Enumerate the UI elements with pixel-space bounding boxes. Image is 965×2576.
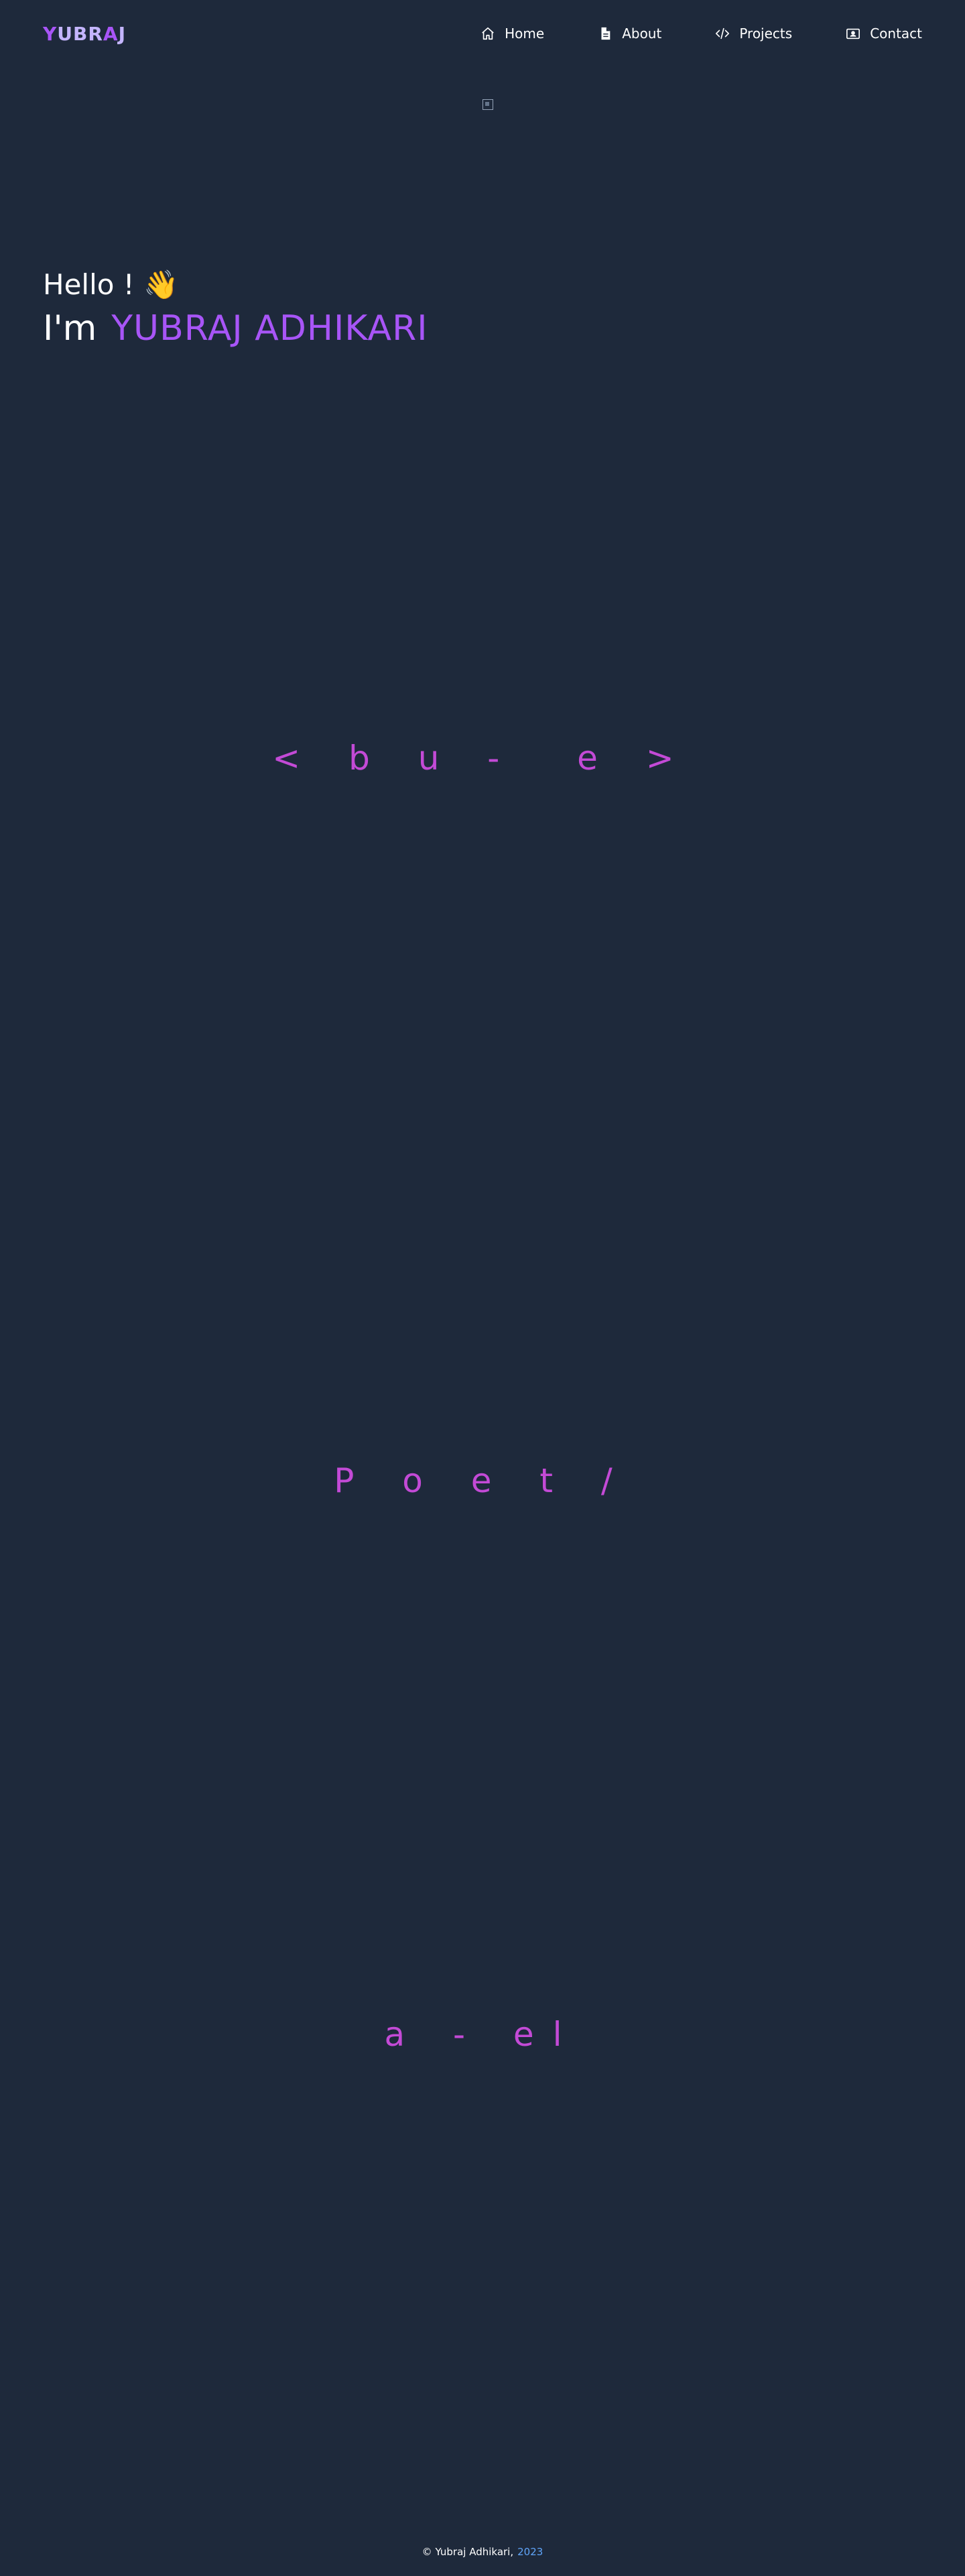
nav-contact-label: Contact <box>870 25 922 42</box>
typewriter-line-1: < b u - e > <box>272 739 693 778</box>
site-footer: © Yubraj Adhikari, 2023 <box>0 2546 965 2558</box>
wave-icon: 👋 <box>143 268 179 301</box>
logo-letter-j: J <box>118 23 127 45</box>
footer-year: 2023 <box>517 2546 543 2558</box>
contact-icon <box>846 26 860 41</box>
nav-home-label: Home <box>505 25 545 42</box>
nav-home[interactable]: Home <box>480 25 544 42</box>
logo-letter-y: Y <box>43 23 58 45</box>
site-logo[interactable]: YUBRAJ <box>43 23 126 45</box>
typewriter-line-3: a - el <box>384 2015 581 2054</box>
footer-copyright: © Yubraj Adhikari, <box>422 2546 514 2558</box>
hero-name: YUBRAJ ADHIKARI <box>111 308 428 349</box>
typewriter-line-2: P o e t / <box>334 1461 631 1500</box>
hero-intro: I'm YUBRAJ ADHIKARI <box>43 308 428 349</box>
nav-about[interactable]: About <box>598 25 661 42</box>
hero-greeting: Hello ! 👋 <box>43 268 178 302</box>
nav-projects[interactable]: Projects <box>715 25 792 42</box>
logo-letter-a: A <box>103 23 119 45</box>
home-icon <box>480 26 495 41</box>
broken-image-icon <box>482 99 493 110</box>
document-icon <box>598 26 613 41</box>
nav-projects-label: Projects <box>739 25 793 42</box>
main-nav: Home About Projects Contact <box>427 25 922 42</box>
nav-contact[interactable]: Contact <box>846 25 922 42</box>
site-header: YUBRAJ Home About Projects Contact <box>0 0 965 71</box>
greeting-text: Hello ! <box>43 268 143 301</box>
code-icon <box>715 26 730 41</box>
nav-about-label: About <box>622 25 662 42</box>
logo-letters-ubr: UBR <box>57 23 103 45</box>
intro-prefix: I'm <box>43 308 97 349</box>
